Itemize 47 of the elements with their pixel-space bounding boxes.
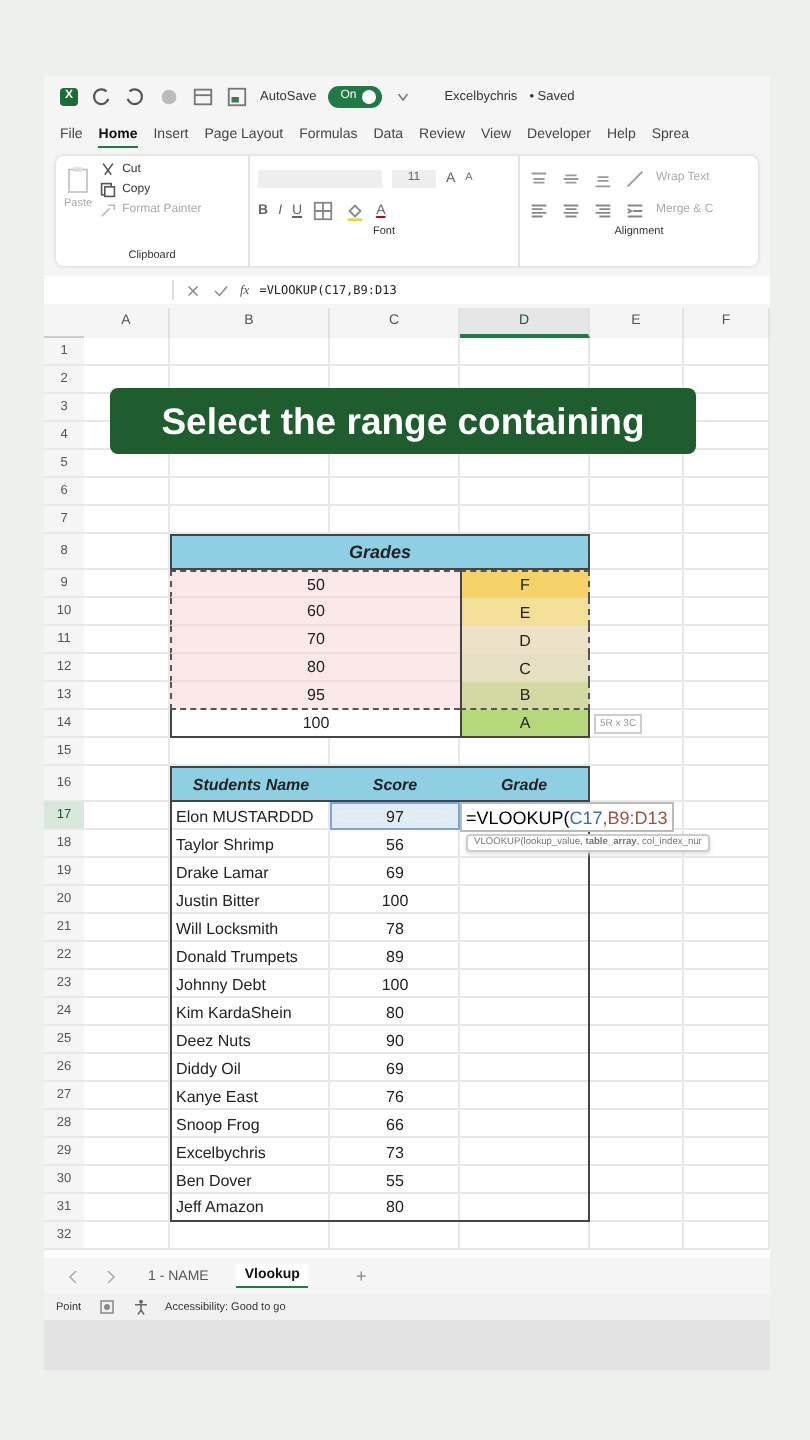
column-heading-cell: Grade <box>460 766 590 802</box>
table-cell: 50 <box>170 570 460 598</box>
grade-cell: D <box>460 626 590 654</box>
column-heading-cell: Score <box>330 766 460 802</box>
column-heading-cell: Students Name <box>170 766 330 802</box>
table-cell-text: 89 <box>384 945 406 969</box>
scissors-icon <box>100 162 117 178</box>
grade-cell: F <box>460 570 590 598</box>
table-cell-text: 69 <box>384 1057 406 1081</box>
table-cell-text: 73 <box>384 1141 406 1165</box>
align-left-icon[interactable] <box>528 199 550 221</box>
table-cell: 97 <box>330 802 460 830</box>
align-center-icon[interactable] <box>560 199 582 221</box>
indent-icon[interactable] <box>624 199 646 221</box>
table-cell: 70 <box>170 626 460 654</box>
table-cell-text: 78 <box>384 917 406 941</box>
table-cell: 100 <box>170 710 460 738</box>
table-cell-text: 90 <box>384 1029 406 1053</box>
table-cell-text: 100 <box>379 973 411 997</box>
table-cell: 60 <box>170 598 460 626</box>
caption-banner: Select the range containing <box>110 388 696 454</box>
clipboard-icon <box>66 166 91 194</box>
previous-sheet-icon[interactable] <box>64 1267 82 1285</box>
table-title-cell: Grades <box>170 534 590 570</box>
borders-icon[interactable] <box>312 199 335 221</box>
table-cell-text: 55 <box>384 1169 406 1193</box>
table-cell: 95 <box>170 682 460 710</box>
table-cell: 80 <box>170 654 460 682</box>
table-icon[interactable] <box>192 85 214 107</box>
align-top-icon[interactable] <box>528 167 550 189</box>
cancel-icon[interactable] <box>184 281 202 299</box>
table-cell-text: 80 <box>384 1001 406 1025</box>
table-cell-text: 100 <box>379 889 411 913</box>
align-right-icon[interactable] <box>592 199 614 221</box>
table-cell-text: 69 <box>384 861 406 885</box>
grade-cell: E <box>460 598 590 626</box>
table-cell-text: 66 <box>384 1113 406 1137</box>
next-sheet-icon[interactable] <box>102 1267 120 1285</box>
grade-cell: C <box>460 654 590 682</box>
check-icon[interactable] <box>212 281 230 299</box>
table-cell-text: 76 <box>384 1085 406 1109</box>
copy-icon <box>100 182 117 198</box>
formula-cell-editor[interactable]: =VLOOKUP(C17,B9:D13 <box>460 802 674 832</box>
accessibility-icon[interactable] <box>131 1298 150 1316</box>
grade-cell: B <box>460 682 590 710</box>
table-cell-text: 56 <box>384 833 406 857</box>
fill-color-icon[interactable] <box>344 199 367 221</box>
